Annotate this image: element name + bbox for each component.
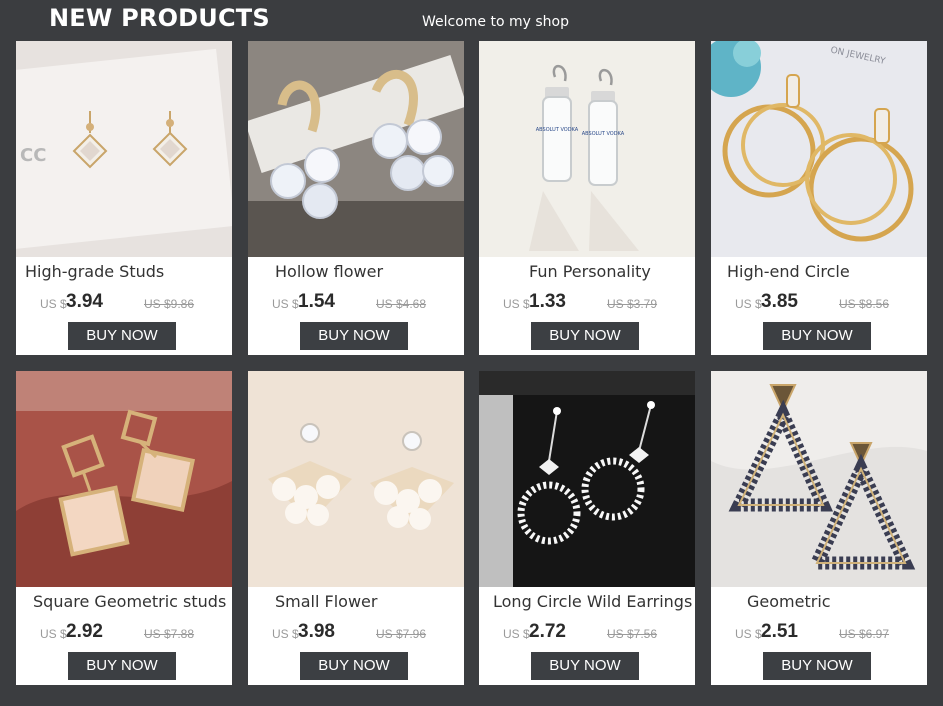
original-price: US $3.79 xyxy=(607,297,658,311)
product-card[interactable]: ON JEWELRY High-end Circle US $ 3.85 US … xyxy=(711,41,927,355)
product-name[interactable]: Hollow flower xyxy=(275,261,383,283)
card-logo-text: CC xyxy=(20,145,46,166)
product-card[interactable]: Small Flower US $ 3.98 US $7.96 BUY NOW xyxy=(248,371,464,685)
sale-price: 3.85 xyxy=(761,291,798,312)
product-card[interactable]: Geometric US $ 2.51 US $6.97 BUY NOW xyxy=(711,371,927,685)
product-photo-studs[interactable]: CC xyxy=(16,41,232,257)
product-card[interactable]: Hollow flower US $ 1.54 US $4.68 BUY NOW xyxy=(248,41,464,355)
product-name[interactable]: Small Flower xyxy=(275,591,377,613)
product-photo-small-flower[interactable] xyxy=(248,371,464,587)
currency-label: US $ xyxy=(40,627,67,641)
product-photo-hollow-flower[interactable] xyxy=(248,41,464,257)
sale-price: 1.54 xyxy=(298,291,335,312)
original-price: US $7.88 xyxy=(144,627,195,641)
vodka-label-1: ABSOLUT VODKA xyxy=(536,127,579,133)
original-price: US $6.97 xyxy=(839,627,890,641)
product-name[interactable]: Square Geometric studs xyxy=(33,591,226,613)
sale-price: 3.98 xyxy=(298,621,335,642)
buy-now-button[interactable]: BUY NOW xyxy=(763,322,871,350)
buy-now-button[interactable]: BUY NOW xyxy=(531,322,639,350)
buy-now-button[interactable]: BUY NOW xyxy=(300,652,408,680)
original-price: US $7.56 xyxy=(607,627,658,641)
buy-now-button[interactable]: BUY NOW xyxy=(300,322,408,350)
currency-label: US $ xyxy=(503,627,530,641)
product-photo-long-circle[interactable] xyxy=(479,371,695,587)
shop-welcome-text: Welcome to my shop xyxy=(422,14,569,30)
buy-now-button[interactable]: BUY NOW xyxy=(68,322,176,350)
product-photo-geometric[interactable] xyxy=(711,371,927,587)
original-price: US $8.56 xyxy=(839,297,890,311)
product-card[interactable]: Long Circle Wild Earrings US $ 2.72 US $… xyxy=(479,371,695,685)
currency-label: US $ xyxy=(40,297,67,311)
product-card[interactable]: ABSOLUT VODKA ABSOLUT VODKA Fun Personal… xyxy=(479,41,695,355)
product-card[interactable]: Square Geometric studs US $ 2.92 US $7.8… xyxy=(16,371,232,685)
sale-price: 2.92 xyxy=(66,621,103,642)
original-price: US $9.86 xyxy=(144,297,195,311)
vodka-label-2: ABSOLUT VODKA xyxy=(582,131,625,137)
product-name[interactable]: Fun Personality xyxy=(529,261,651,283)
original-price: US $4.68 xyxy=(376,297,427,311)
product-name[interactable]: High-grade Studs xyxy=(25,261,164,283)
product-name[interactable]: Long Circle Wild Earrings xyxy=(493,591,692,613)
product-photo-circle-earrings[interactable]: ON JEWELRY xyxy=(711,41,927,257)
currency-label: US $ xyxy=(272,627,299,641)
sale-price: 2.51 xyxy=(761,621,798,642)
buy-now-button[interactable]: BUY NOW xyxy=(763,652,871,680)
product-name[interactable]: High-end Circle xyxy=(727,261,850,283)
original-price: US $7.96 xyxy=(376,627,427,641)
currency-label: US $ xyxy=(735,297,762,311)
buy-now-button[interactable]: BUY NOW xyxy=(531,652,639,680)
sale-price: 2.72 xyxy=(529,621,566,642)
currency-label: US $ xyxy=(503,297,530,311)
currency-label: US $ xyxy=(735,627,762,641)
product-name[interactable]: Geometric xyxy=(747,591,831,613)
sale-price: 1.33 xyxy=(529,291,566,312)
product-card[interactable]: CC High-grade Studs US $ 3.94 US $9.86 B… xyxy=(16,41,232,355)
product-photo-square-studs[interactable] xyxy=(16,371,232,587)
page-title: NEW PRODUCTS xyxy=(49,4,270,32)
buy-now-button[interactable]: BUY NOW xyxy=(68,652,176,680)
sale-price: 3.94 xyxy=(66,291,103,312)
product-photo-vodka-earrings[interactable]: ABSOLUT VODKA ABSOLUT VODKA xyxy=(479,41,695,257)
currency-label: US $ xyxy=(272,297,299,311)
